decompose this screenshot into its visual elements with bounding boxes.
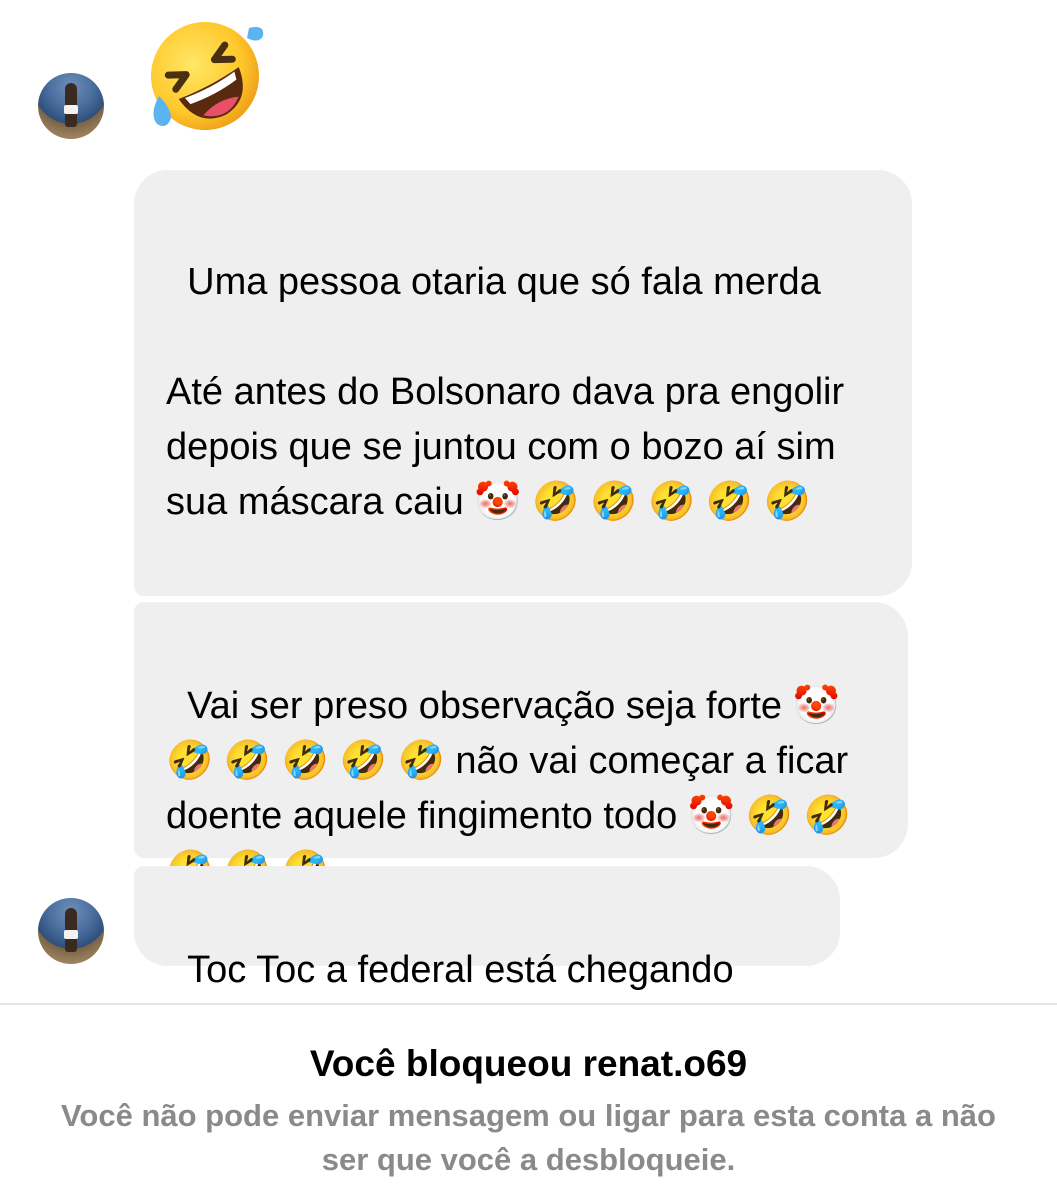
message-bubble[interactable]: Toc Toc a federal está chegando xyxy=(134,866,840,991)
message-bubble[interactable]: Uma pessoa otaria que só fala merda Até … xyxy=(134,170,912,596)
avatar-figure xyxy=(64,908,78,952)
message-bubble[interactable]: Vai ser preso observação seja forte 🤡 🤣 … xyxy=(134,602,908,892)
contact-avatar[interactable] xyxy=(38,898,104,964)
laughing-emoji-icon xyxy=(151,21,264,130)
message-text: Vai ser preso observação seja forte 🤡 🤣 … xyxy=(166,685,851,892)
contact-avatar[interactable] xyxy=(38,73,104,139)
message-text: Toc Toc a federal está chegando xyxy=(187,949,734,991)
blocked-title: Você bloqueou renat.o69 xyxy=(309,1043,748,1084)
blocked-subtitle: Você não pode enviar mensagem ou ligar p… xyxy=(61,1098,996,1177)
message-text: Uma pessoa otaria que só fala merda Até … xyxy=(166,261,845,523)
avatar-figure xyxy=(64,83,78,127)
divider xyxy=(0,1003,1057,1005)
